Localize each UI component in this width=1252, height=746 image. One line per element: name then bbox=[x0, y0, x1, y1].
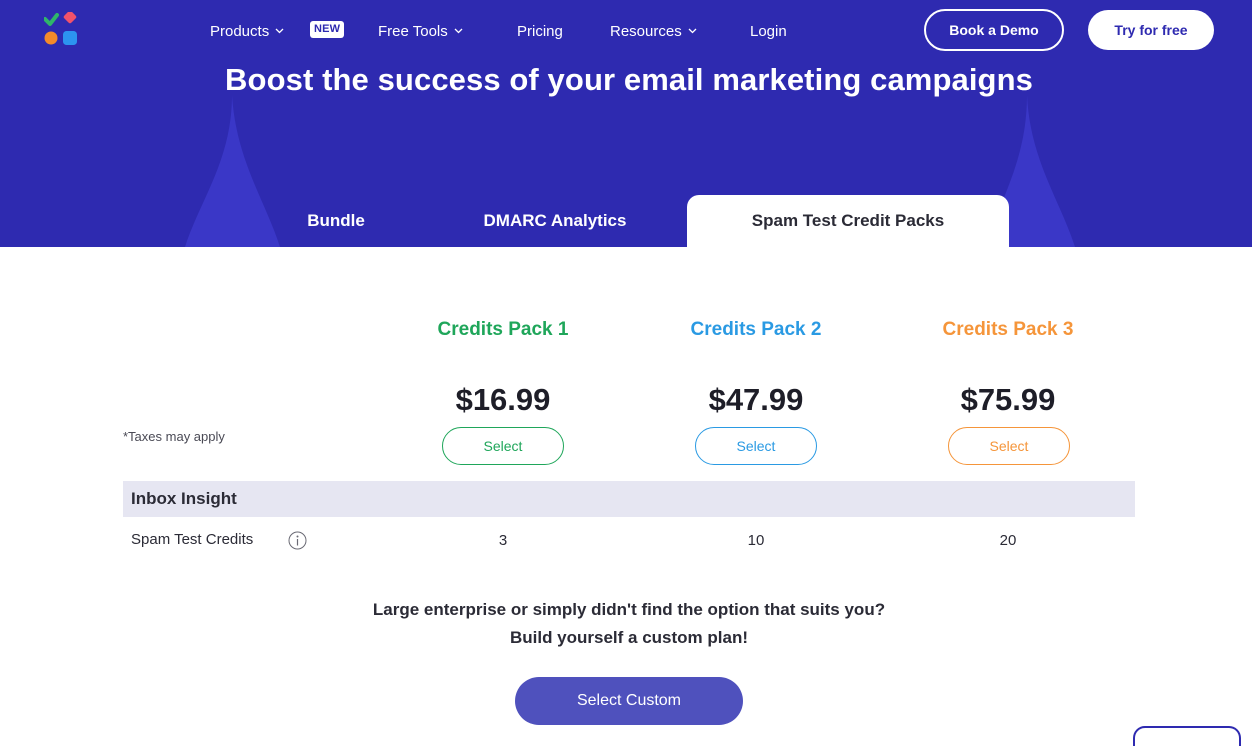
pack-3-name: Credits Pack 3 bbox=[942, 319, 1074, 340]
nav-products[interactable]: Products bbox=[210, 21, 284, 41]
hero-title: Boost the success of your email marketin… bbox=[225, 62, 1033, 97]
info-icon[interactable] bbox=[288, 531, 307, 550]
tab-spam-test-credit-packs[interactable]: Spam Test Credit Packs bbox=[687, 195, 1009, 247]
nav-login-label: Login bbox=[750, 22, 787, 40]
pack-3-price: $75.99 bbox=[960, 382, 1056, 417]
nav-login[interactable]: Login bbox=[750, 21, 787, 41]
cell-pack-3-credits: 20 bbox=[999, 532, 1017, 549]
chevron-down-icon bbox=[454, 28, 463, 34]
section-title: Inbox Insight bbox=[131, 489, 237, 508]
nav-pricing-label: Pricing bbox=[517, 22, 563, 40]
nav-free-tools[interactable]: Free Tools bbox=[378, 21, 463, 41]
nav-free-tools-label: Free Tools bbox=[378, 22, 448, 40]
select-custom-button[interactable]: Select Custom bbox=[515, 677, 743, 725]
cell-pack-2-credits: 10 bbox=[747, 532, 765, 549]
pack-3-select-button[interactable]: Select bbox=[948, 427, 1070, 465]
try-free-button[interactable]: Try for free bbox=[1088, 10, 1214, 50]
row-label-spam-test-credits: Spam Test Credits bbox=[131, 531, 254, 548]
chevron-down-icon bbox=[275, 28, 284, 34]
tab-bundle[interactable]: Bundle bbox=[252, 195, 420, 247]
pack-2-price: $47.99 bbox=[708, 382, 804, 417]
new-badge: NEW bbox=[310, 21, 345, 38]
book-demo-button[interactable]: Book a Demo bbox=[924, 9, 1064, 51]
chevron-down-icon bbox=[688, 28, 697, 34]
nav-resources[interactable]: Resources bbox=[610, 21, 697, 41]
logo-icon[interactable] bbox=[44, 12, 80, 46]
taxes-note: *Taxes may apply bbox=[123, 429, 225, 444]
section-header-bar bbox=[123, 481, 1135, 517]
tab-dmarc-analytics[interactable]: DMARC Analytics bbox=[440, 195, 670, 247]
pack-1-price: $16.99 bbox=[455, 382, 551, 417]
cta-line-2: Build yourself a custom plan! bbox=[509, 628, 749, 647]
cell-pack-1-credits: 3 bbox=[498, 532, 508, 549]
pack-2-name: Credits Pack 2 bbox=[690, 319, 822, 340]
nav-products-label: Products bbox=[210, 22, 270, 40]
pack-2-select-button[interactable]: Select bbox=[695, 427, 817, 465]
chat-widget-tab[interactable] bbox=[1133, 726, 1241, 746]
nav-pricing[interactable]: Pricing bbox=[517, 21, 563, 41]
pack-1-select-button[interactable]: Select bbox=[442, 427, 564, 465]
cta-line-1: Large enterprise or simply didn't find t… bbox=[372, 600, 886, 619]
pack-1-name: Credits Pack 1 bbox=[437, 319, 569, 340]
nav-resources-label: Resources bbox=[610, 22, 682, 40]
